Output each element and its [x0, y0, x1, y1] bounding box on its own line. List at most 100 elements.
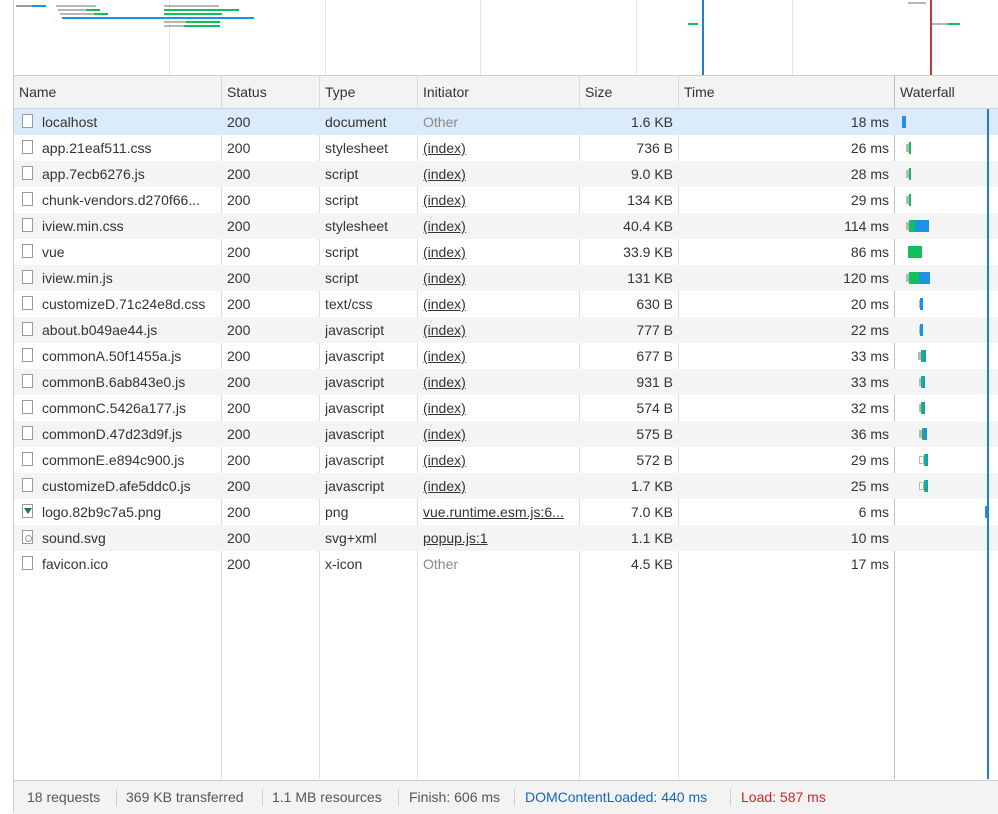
header-type[interactable]: Type [320, 76, 418, 108]
waterfall-cell[interactable] [895, 421, 998, 447]
request-status: 200 [227, 530, 251, 546]
waterfall-cell[interactable] [895, 499, 998, 525]
request-time: 25 ms [850, 478, 889, 494]
request-initiator[interactable]: (index) [423, 265, 583, 291]
request-row[interactable]: app.21eaf511.css 200 stylesheet (index) 736 … [14, 135, 998, 161]
svg-file-icon [22, 530, 33, 544]
request-name: logo.82b9c7a5.png [42, 504, 162, 520]
waterfall-cell[interactable] [895, 239, 998, 265]
request-initiator[interactable]: (index) [423, 395, 583, 421]
request-row[interactable]: favicon.ico 200 x-icon Other 4.5 KB 17 ms [14, 551, 998, 577]
request-initiator[interactable]: (index) [423, 213, 583, 239]
request-status: 200 [227, 374, 251, 390]
waterfall-cell[interactable] [895, 525, 998, 551]
request-time: 120 ms [843, 270, 889, 286]
request-initiator[interactable]: (index) [423, 135, 583, 161]
waterfall-cell[interactable] [895, 187, 998, 213]
overview-bar [908, 2, 926, 4]
request-initiator[interactable]: (index) [423, 317, 583, 343]
header-time[interactable]: Time [679, 76, 895, 108]
waterfall-bar [909, 194, 911, 206]
request-row[interactable]: about.b049ae44.js 200 javascript (index) 777… [14, 317, 998, 343]
document-icon [22, 166, 33, 180]
dom-content-loaded-marker [702, 0, 704, 75]
request-row[interactable]: commonA.50f1455a.js 200 javascript (index) 6… [14, 343, 998, 369]
overview-grid-line [636, 0, 637, 75]
waterfall-bar [909, 272, 919, 284]
request-initiator[interactable]: popup.js:1 [423, 525, 583, 551]
request-name: iview.min.js [42, 270, 113, 286]
request-status: 200 [227, 322, 251, 338]
request-size: 7.0 KB [630, 504, 673, 520]
request-name: about.b049ae44.js [42, 322, 158, 338]
request-initiator: Other [423, 114, 459, 130]
request-initiator[interactable]: (index) [423, 343, 583, 369]
waterfall-cell[interactable] [895, 135, 998, 161]
request-row[interactable]: vue 200 script (index) 33.9 KB 86 ms [14, 239, 998, 265]
request-row[interactable]: commonE.e894c900.js 200 javascript (index) 5… [14, 447, 998, 473]
request-size: 630 B [636, 296, 673, 312]
waterfall-cell[interactable] [895, 213, 998, 239]
waterfall-cell[interactable] [895, 551, 998, 577]
waterfall-cell[interactable] [895, 317, 998, 343]
overview-bar [94, 13, 108, 15]
overview-bar [164, 13, 222, 15]
request-size: 574 B [636, 400, 673, 416]
transferred-size: 369 KB transferred [126, 789, 244, 805]
status-separator [116, 789, 117, 806]
header-status[interactable]: Status [222, 76, 320, 108]
waterfall-cell[interactable] [895, 291, 998, 317]
waterfall-cell[interactable] [895, 473, 998, 499]
header-initiator[interactable]: Initiator [418, 76, 583, 108]
request-time: 32 ms [850, 400, 889, 416]
request-row[interactable]: logo.82b9c7a5.png 200 png vue.runtime.esm.j… [14, 499, 998, 525]
waterfall-cell[interactable] [895, 369, 998, 395]
waterfall-cell[interactable] [895, 395, 998, 421]
request-row[interactable]: customizeD.71c24e8d.css 200 text/css (index… [14, 291, 998, 317]
request-row[interactable]: commonB.6ab843e0.js 200 javascript (index) 9… [14, 369, 998, 395]
request-initiator[interactable]: (index) [423, 473, 583, 499]
request-type: script [325, 192, 359, 208]
request-type: javascript [325, 426, 385, 442]
waterfall-cell[interactable] [895, 161, 998, 187]
request-initiator[interactable]: (index) [423, 161, 583, 187]
waterfall-cell[interactable] [895, 109, 998, 135]
waterfall-cell[interactable] [895, 447, 998, 473]
request-type: javascript [325, 322, 385, 338]
document-icon [22, 140, 33, 154]
overview-bar [184, 25, 220, 27]
request-row[interactable]: localhost 200 document Other 1.6 KB 18 ms [14, 109, 998, 135]
waterfall-bar [902, 116, 906, 128]
request-size: 1.6 KB [630, 114, 673, 130]
request-initiator[interactable]: (index) [423, 421, 583, 447]
waterfall-cell[interactable] [895, 343, 998, 369]
request-row[interactable]: commonC.5426a177.js 200 javascript (index) 5… [14, 395, 998, 421]
request-size: 33.9 KB [623, 244, 673, 260]
header-size[interactable]: Size [580, 76, 678, 108]
header-name[interactable]: Name [14, 76, 222, 108]
request-row[interactable]: iview.min.js 200 script (index) 131 KB 120 ms [14, 265, 998, 291]
waterfall-cell[interactable] [895, 265, 998, 291]
request-size: 40.4 KB [623, 218, 673, 234]
request-type: stylesheet [325, 140, 389, 156]
request-initiator[interactable]: (index) [423, 369, 583, 395]
request-type: javascript [325, 374, 385, 390]
request-initiator[interactable]: (index) [423, 187, 583, 213]
request-initiator[interactable]: vue.runtime.esm.js:6... [423, 499, 583, 525]
request-row[interactable]: customizeD.afe5ddc0.js 200 javascript (inde… [14, 473, 998, 499]
overview-grid-line [169, 0, 170, 75]
request-row[interactable]: commonD.47d23d9f.js 200 javascript (index) 5… [14, 421, 998, 447]
request-row[interactable]: app.7ecb6276.js 200 script (index) 9.0 KB 28 … [14, 161, 998, 187]
timeline-overview[interactable] [14, 0, 998, 76]
request-initiator[interactable]: (index) [423, 291, 583, 317]
request-initiator[interactable]: (index) [423, 447, 583, 473]
overview-bar [164, 9, 239, 11]
document-icon [22, 426, 33, 440]
request-row[interactable]: sound.svg 200 svg+xml popup.js:1 1.1 KB 10 ms [14, 525, 998, 551]
request-name: commonC.5426a177.js [42, 400, 186, 416]
request-initiator[interactable]: (index) [423, 239, 583, 265]
header-waterfall[interactable]: Waterfall [895, 76, 998, 108]
request-row[interactable]: chunk-vendors.d270f66... 200 script (index)… [14, 187, 998, 213]
request-row[interactable]: iview.min.css 200 stylesheet (index) 40.4 KB… [14, 213, 998, 239]
overview-bar [186, 21, 220, 23]
